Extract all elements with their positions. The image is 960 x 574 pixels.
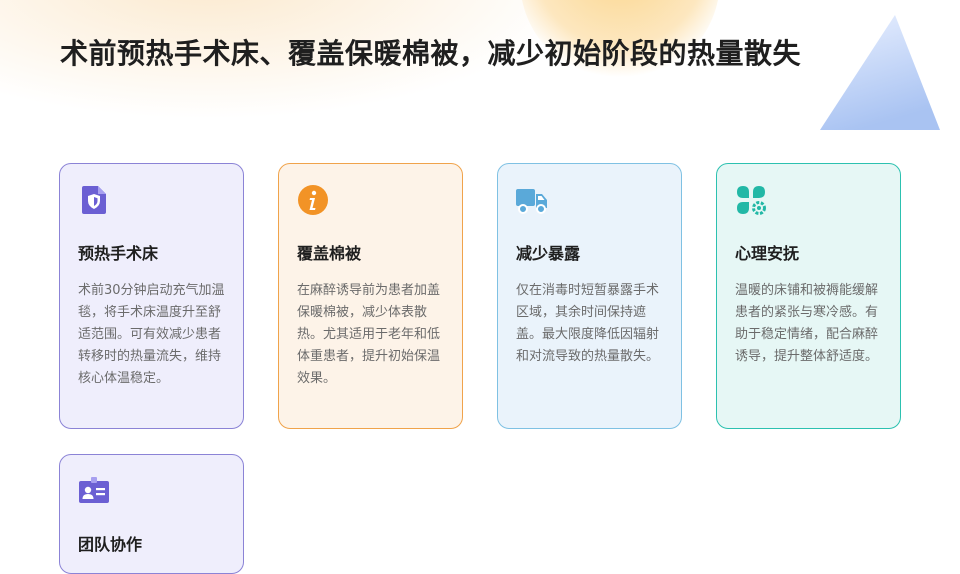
card-description: 温暖的床铺和被褥能缓解患者的紧张与寒冷感。有助于稳定情绪，配合麻醉诱导，提升整体… bbox=[735, 283, 879, 364]
decorative-triangle bbox=[820, 15, 940, 130]
page-title: 术前预热手术床、覆盖保暖棉被，减少初始阶段的热量散失 bbox=[60, 37, 802, 70]
truck-icon bbox=[516, 189, 547, 214]
card-psychological-comfort: 心理安抚 温暖的床铺和被褥能缓解患者的紧张与寒冷感。有助于稳定情绪，配合麻醉诱导… bbox=[716, 163, 901, 429]
card-heading: 预热手术床 bbox=[78, 244, 159, 263]
clover-gear-icon bbox=[737, 186, 766, 215]
card-description: 仅在消毒时短暂暴露手术区域，其余时间保持遮盖。最大限度降低因辐射和对流导致的热量… bbox=[516, 283, 660, 364]
card-team-collaboration: 团队协作 bbox=[59, 454, 244, 574]
card-heading: 心理安抚 bbox=[735, 244, 800, 263]
card-heading: 团队协作 bbox=[78, 535, 143, 554]
card-heading: 覆盖棉被 bbox=[297, 244, 362, 263]
card-description: 术前30分钟启动充气加温毯，将手术床温度升至舒适范围。可有效减少患者转移时的热量… bbox=[78, 283, 225, 386]
info-icon bbox=[298, 185, 328, 215]
card-cover-quilt: 覆盖棉被 在麻醉诱导前为患者加盖保暖棉被，减少体表散热。尤其适用于老年和低体重患… bbox=[278, 163, 463, 429]
card-reduce-exposure: 减少暴露 仅在消毒时短暂暴露手术区域，其余时间保持遮盖。最大限度降低因辐射和对流… bbox=[497, 163, 682, 429]
card-description: 在麻醉诱导前为患者加盖保暖棉被，减少体表散热。尤其适用于老年和低体重患者，提升初… bbox=[297, 283, 441, 386]
shield-document-icon bbox=[82, 186, 106, 214]
card-preheat-bed: 预热手术床 术前30分钟启动充气加温毯，将手术床温度升至舒适范围。可有效减少患者… bbox=[59, 163, 244, 429]
id-badge-icon bbox=[79, 477, 109, 503]
card-heading: 减少暴露 bbox=[516, 244, 581, 263]
